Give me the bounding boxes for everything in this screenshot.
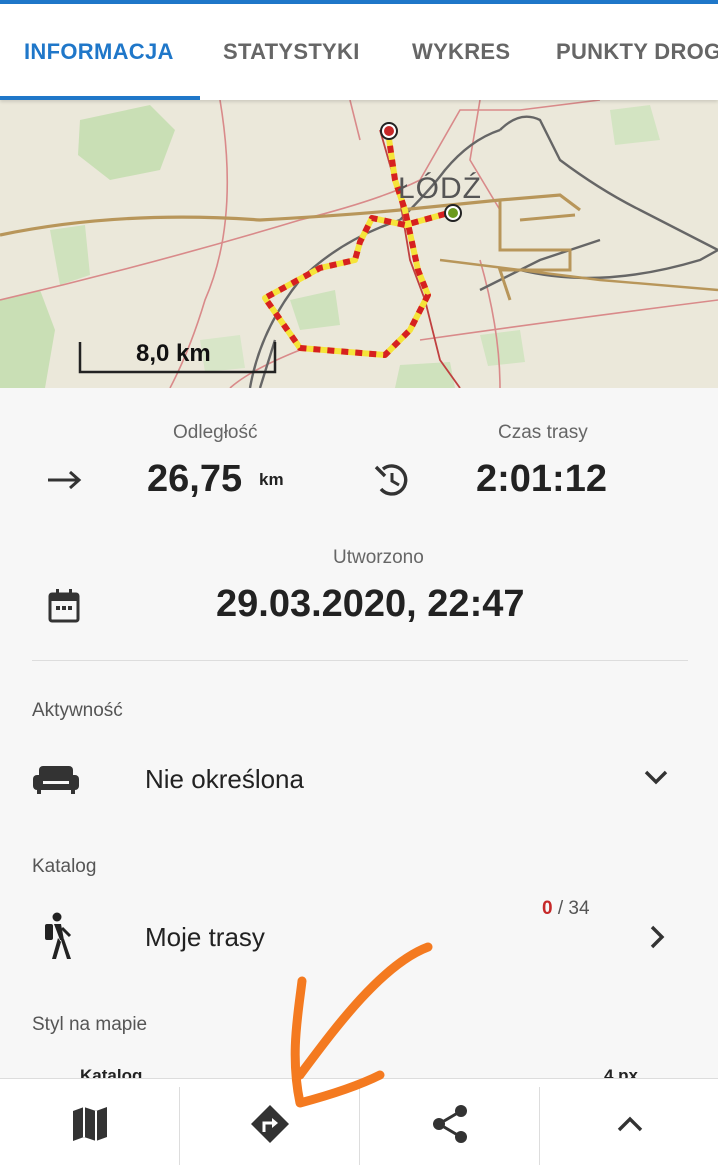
catalog-section-label: Katalog bbox=[32, 856, 97, 877]
chevron-down-icon[interactable] bbox=[643, 768, 669, 791]
chevron-up-icon bbox=[616, 1115, 644, 1138]
annotation-arrow bbox=[290, 942, 433, 1108]
chevron-right-icon[interactable] bbox=[648, 924, 666, 955]
route-map[interactable]: ŁÓDŹ 8,0 km bbox=[0, 100, 718, 388]
distance-value: 26,75 bbox=[147, 458, 243, 500]
calendar-icon bbox=[48, 589, 80, 628]
catalog-counter: 0 / 34 bbox=[542, 898, 590, 920]
map-canvas bbox=[0, 100, 718, 388]
activity-section-label: Aktywność bbox=[32, 700, 123, 721]
style-section-label: Styl na mapie bbox=[32, 1014, 148, 1035]
tab-wykres[interactable]: WYKRES bbox=[412, 4, 510, 100]
time-value: 2:01:12 bbox=[476, 458, 607, 500]
distance-label: Odległość bbox=[173, 422, 258, 443]
distance-unit: km bbox=[259, 470, 284, 489]
created-label: Utworzono bbox=[333, 547, 424, 568]
timer-icon bbox=[373, 461, 411, 504]
arrow-right-icon bbox=[46, 468, 82, 497]
divider bbox=[32, 660, 688, 661]
map-icon bbox=[71, 1106, 109, 1147]
sofa-icon bbox=[33, 766, 79, 799]
counter-current: 0 bbox=[542, 898, 553, 919]
map-button[interactable] bbox=[0, 1079, 179, 1173]
counter-total: / 34 bbox=[552, 898, 590, 919]
catalog-value: Moje trasy bbox=[145, 922, 265, 952]
expand-button[interactable] bbox=[540, 1079, 718, 1173]
tab-informacja[interactable]: INFORMACJA bbox=[24, 4, 174, 100]
tab-bar: INFORMACJA STATYSTYKI WYKRES PUNKTY DROG bbox=[0, 4, 718, 100]
active-tab-indicator bbox=[0, 96, 200, 100]
map-scale-label: 8,0 km bbox=[136, 340, 211, 367]
time-label: Czas trasy bbox=[498, 422, 588, 443]
city-label: ŁÓDŹ bbox=[398, 172, 483, 205]
tab-punkty-drogi[interactable]: PUNKTY DROG bbox=[556, 4, 718, 100]
created-value: 29.03.2020, 22:47 bbox=[216, 583, 525, 625]
tab-statystyki[interactable]: STATYSTYKI bbox=[223, 4, 360, 100]
activity-value: Nie określona bbox=[145, 764, 304, 794]
hiker-icon bbox=[40, 912, 72, 965]
activity-row[interactable]: Nie określona bbox=[0, 740, 718, 820]
